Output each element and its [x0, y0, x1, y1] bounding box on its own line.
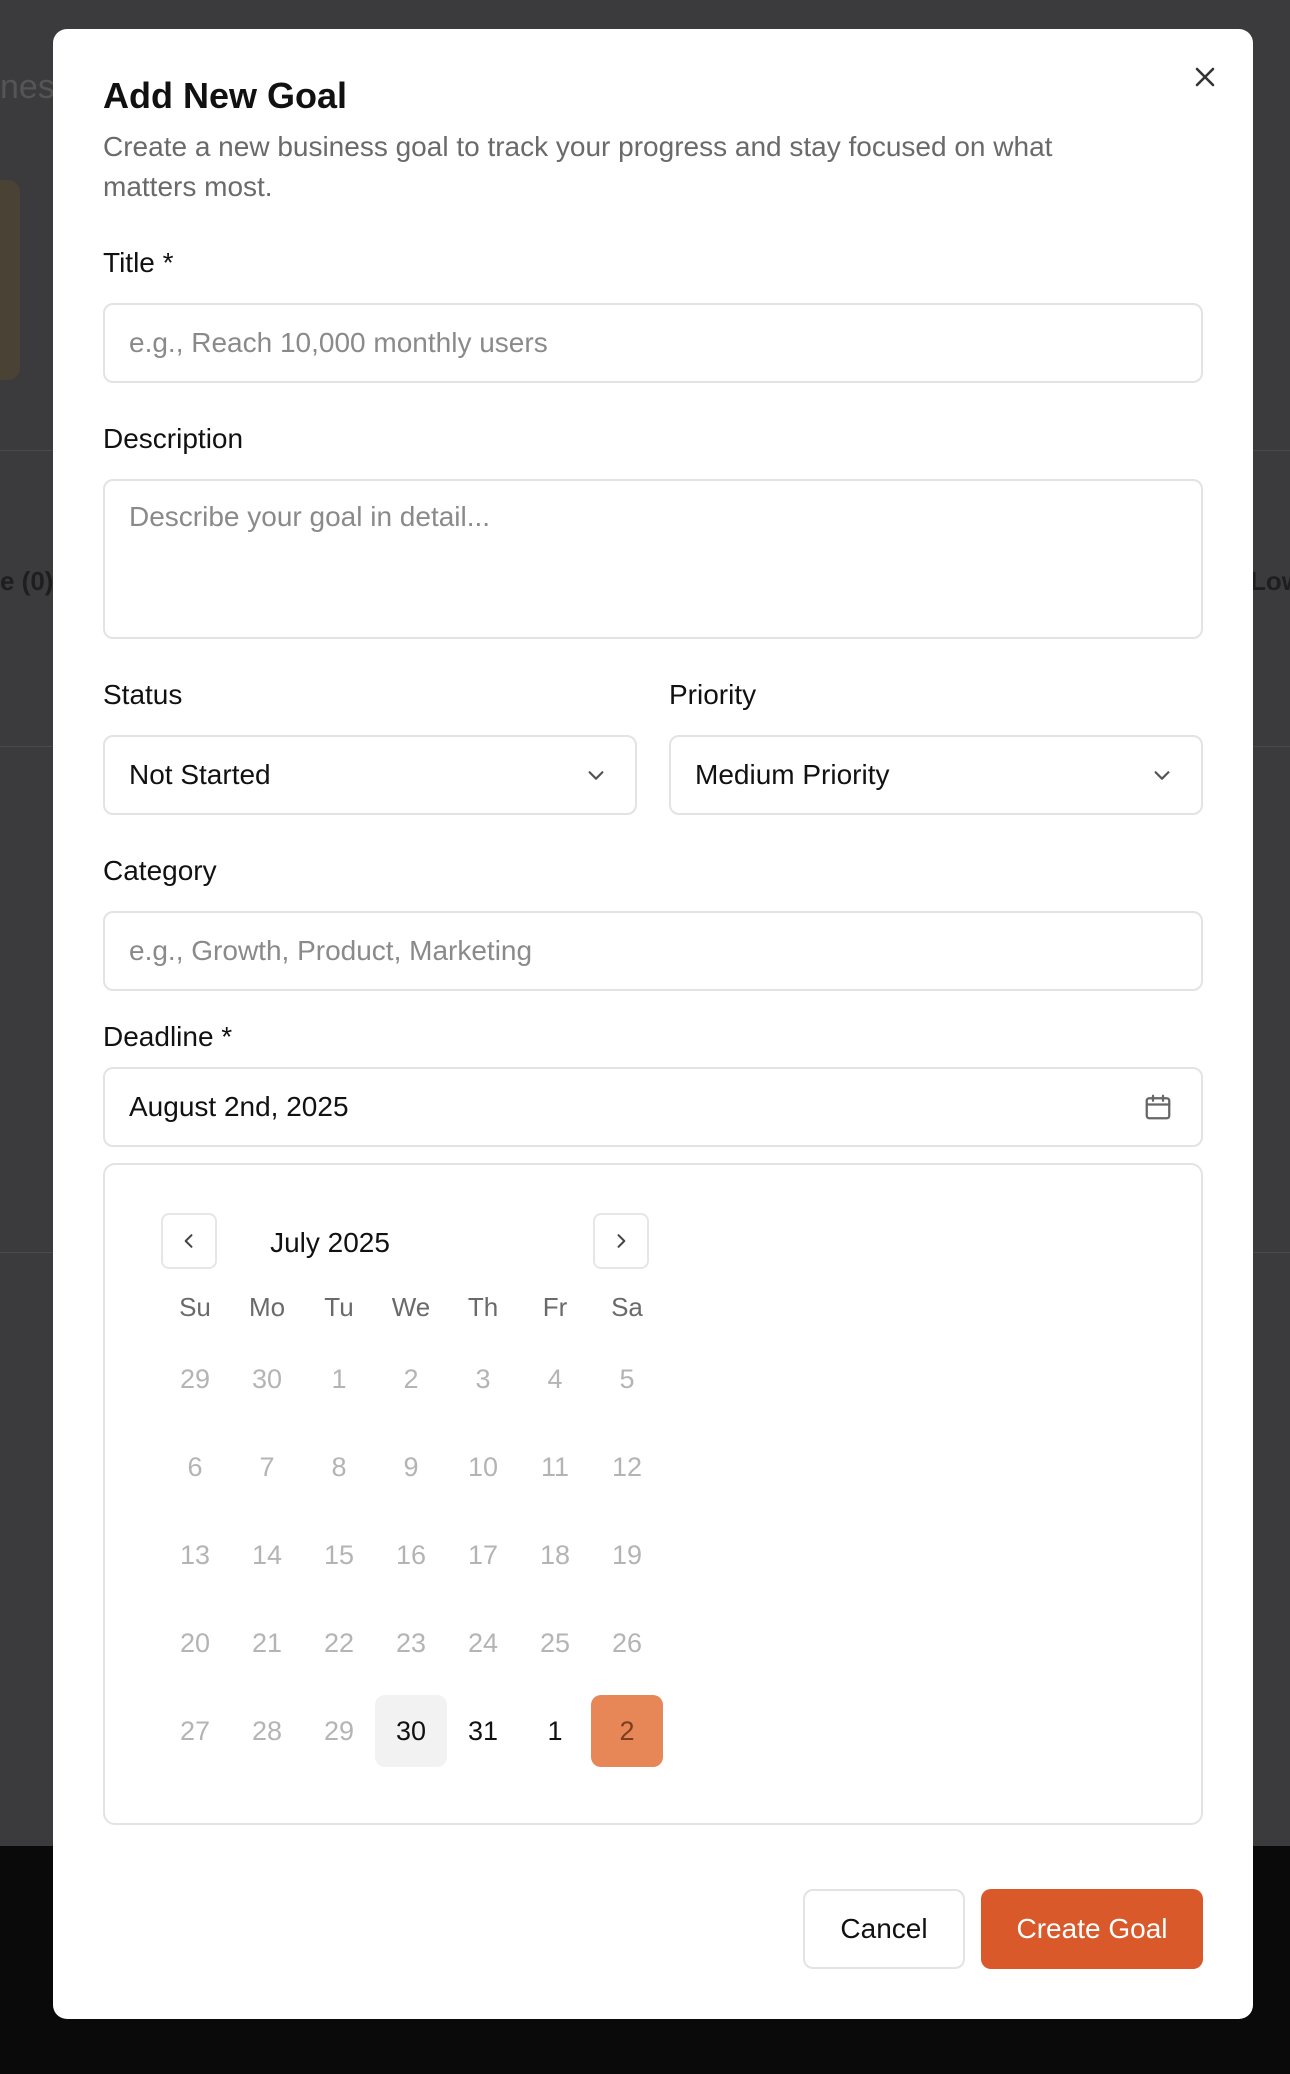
calendar-day: 16 [395, 1539, 427, 1570]
background-text-fragment: e (0) [0, 566, 54, 596]
calendar-week-row: 6 7 8 9 10 11 12 [159, 1415, 663, 1503]
calendar-day: 10 [467, 1451, 499, 1482]
calendar-day: 13 [179, 1539, 211, 1570]
previous-month-button[interactable] [161, 1213, 217, 1269]
priority-select[interactable]: Medium Priority [669, 735, 1203, 815]
calendar-day: 15 [323, 1539, 355, 1570]
calendar-day: 5 [619, 1363, 635, 1394]
calendar-day[interactable]: 31 [447, 1695, 519, 1767]
calendar-day: 21 [251, 1627, 283, 1658]
chevron-down-icon [588, 771, 604, 780]
calendar-week-row: 27 28 29 30 31 1 2 [159, 1679, 663, 1767]
calendar-day: 28 [251, 1715, 283, 1746]
calendar-day: 2 [403, 1363, 419, 1394]
calendar-month-label: July 2025 [270, 1227, 390, 1258]
description-textarea[interactable] [103, 479, 1203, 639]
calendar-week-row: 13 14 15 16 17 18 19 [159, 1503, 663, 1591]
calendar-day-grid: Su Mo Tu We Th Fr Sa 29 30 1 2 3 4 5 6 7 8 9 10 11 12… [159, 1287, 663, 1767]
calendar-day: 29 [179, 1363, 211, 1394]
calendar-day-selected[interactable]: 2 [591, 1695, 663, 1767]
calendar-day: 25 [539, 1627, 571, 1658]
calendar-day: 24 [467, 1627, 499, 1658]
dialog-description: Create a new business goal to track your… [103, 131, 1053, 202]
priority-value: Medium Priority [695, 759, 890, 790]
category-label: Category [103, 855, 217, 886]
calendar-week-row: 29 30 1 2 3 4 5 [159, 1327, 663, 1415]
background-card [0, 180, 20, 380]
deadline-date-picker[interactable]: August 2nd, 2025 [103, 1067, 1203, 1147]
background-text-fragment: Low [1250, 566, 1290, 596]
calendar-day: 18 [539, 1539, 571, 1570]
chevron-left-icon [184, 1234, 193, 1248]
close-button[interactable] [1183, 55, 1227, 99]
calendar-day: 22 [323, 1627, 355, 1658]
weekday-header: Th [467, 1292, 499, 1322]
calendar-day: 12 [611, 1451, 643, 1482]
deadline-value: August 2nd, 2025 [129, 1091, 349, 1122]
calendar-day: 3 [475, 1363, 491, 1394]
calendar-day: 19 [611, 1539, 643, 1570]
calendar-week-row: 20 21 22 23 24 25 26 [159, 1591, 663, 1679]
weekday-header: Sa [611, 1292, 643, 1322]
weekday-header: Mo [248, 1292, 286, 1322]
chevron-down-icon [1154, 771, 1170, 780]
calendar-day: 11 [540, 1451, 570, 1482]
calendar-day: 7 [259, 1451, 275, 1482]
calendar-day: 1 [331, 1363, 347, 1394]
category-input[interactable] [103, 911, 1203, 991]
priority-label: Priority [669, 679, 757, 710]
date-picker-calendar: July 2025 Su Mo Tu We Th Fr Sa 29 30 1 2 3 4 5… [103, 1163, 1203, 1825]
calendar-day: 6 [187, 1451, 203, 1482]
calendar-day: 14 [251, 1539, 283, 1570]
calendar-day: 23 [395, 1627, 427, 1658]
calendar-day: 20 [179, 1627, 211, 1658]
calendar-day: 27 [179, 1715, 211, 1746]
status-label: Status [103, 679, 183, 710]
calendar-day[interactable]: 1 [519, 1695, 591, 1767]
calendar-day: 4 [547, 1363, 563, 1394]
status-value: Not Started [129, 759, 271, 790]
add-goal-dialog: Add New Goal Create a new business goal … [53, 29, 1253, 2019]
calendar-icon [1145, 1094, 1171, 1120]
calendar-day: 8 [331, 1451, 347, 1482]
description-label: Description [103, 423, 244, 454]
calendar-day: 9 [403, 1451, 419, 1482]
calendar-day: 17 [467, 1539, 499, 1570]
next-month-button[interactable] [593, 1213, 649, 1269]
weekday-header: Su [179, 1292, 211, 1322]
calendar-day-today[interactable]: 30 [375, 1695, 447, 1767]
close-icon [1195, 67, 1215, 87]
deadline-label: Deadline * [103, 1021, 233, 1052]
title-label: Title * [103, 247, 174, 278]
calendar-day: 30 [251, 1363, 283, 1394]
dialog-title: Add New Goal [103, 75, 348, 116]
chevron-right-icon [617, 1234, 626, 1248]
calendar-day: 29 [323, 1715, 355, 1746]
title-input[interactable] [103, 303, 1203, 383]
weekday-header: Tu [324, 1292, 354, 1322]
status-select[interactable]: Not Started [103, 735, 637, 815]
calendar-day: 26 [611, 1627, 643, 1658]
calendar-weekday-row: Su Mo Tu We Th Fr Sa [159, 1287, 663, 1327]
weekday-header: We [391, 1292, 431, 1322]
background-text-fragment: nes [0, 68, 55, 106]
weekday-header: Fr [542, 1292, 568, 1322]
cancel-button[interactable]: Cancel [803, 1889, 965, 1969]
create-goal-button[interactable]: Create Goal [981, 1889, 1203, 1969]
